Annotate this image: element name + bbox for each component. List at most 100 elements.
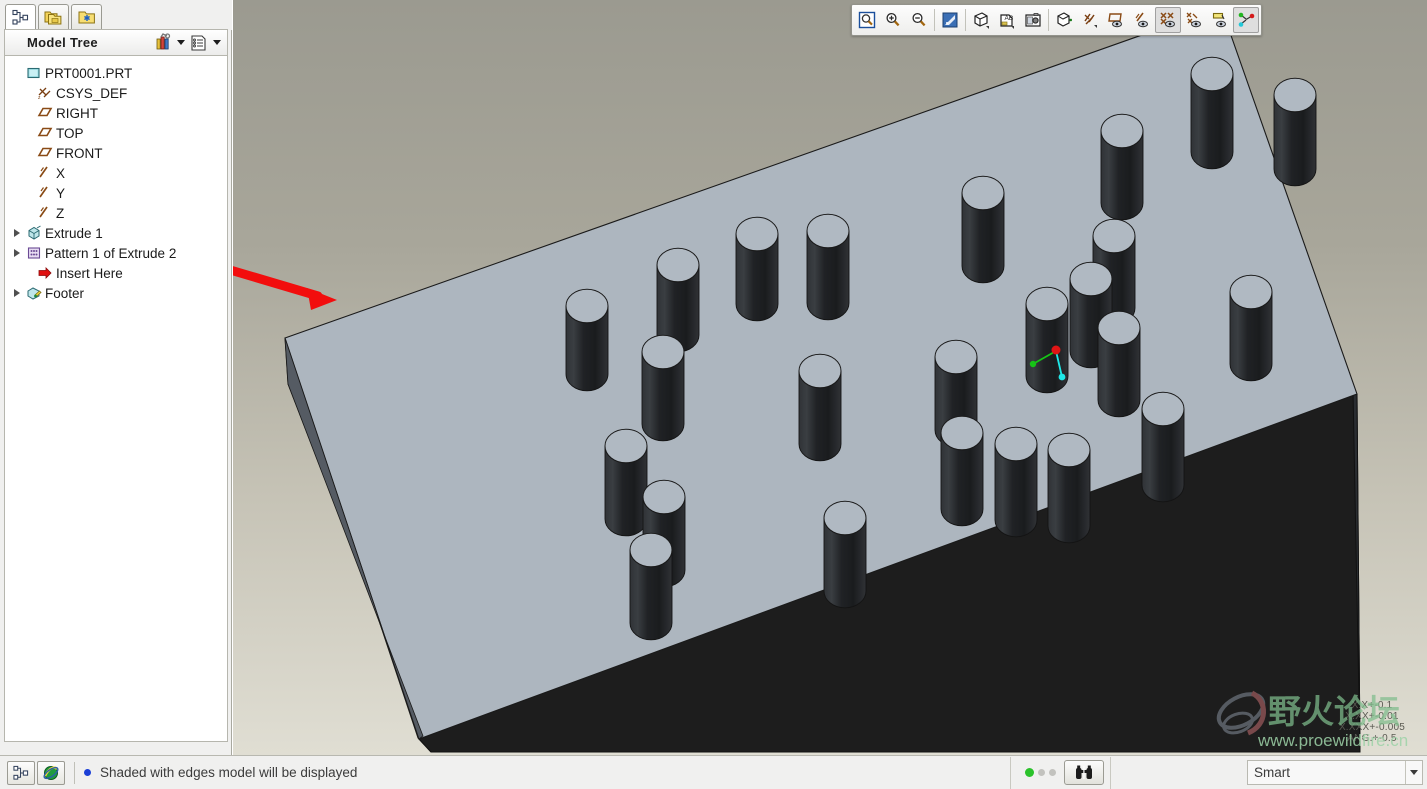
cylinder[interactable] [735,216,779,322]
cylinder[interactable] [1229,274,1273,382]
cylinder[interactable] [798,353,842,462]
saved-views-icon: AB [1000,14,1014,29]
datum-plane-display-button[interactable] [1103,7,1129,33]
cylinder[interactable] [629,532,673,641]
refit-button[interactable] [854,7,880,33]
tab-folder-browser[interactable] [38,4,69,30]
status-message: Shaded with edges model will be displaye… [100,765,358,780]
tree-item-label: TOP [56,125,84,141]
cylinder[interactable] [1097,310,1141,418]
folder-star-icon [78,11,95,24]
refit-icon [858,11,876,29]
tree-expander-icon[interactable] [9,229,25,237]
cylinder[interactable] [1100,113,1144,221]
tree-filter-icon [156,33,170,50]
status-led-group [1017,768,1064,777]
display-style-button[interactable] [968,7,994,33]
saved-views-button[interactable]: AB [994,7,1020,33]
tree-item-extrude-1[interactable]: Extrude 1 [5,223,227,243]
cylinder-top-face [940,415,984,451]
cylinder[interactable] [940,415,984,527]
cylinder-top-face [641,334,685,370]
tree-expander-icon[interactable] [9,249,25,257]
model-tree-toggle-button[interactable] [7,760,35,785]
tree-item-csys-def[interactable]: z CSYS_DEF [5,83,227,103]
model-3d-view[interactable] [233,0,1427,755]
tree-item-footer[interactable]: Footer [5,283,227,303]
csys-z-point [1058,373,1066,381]
zoom-in-button[interactable] [880,7,906,33]
annotation-display-icon [1212,12,1226,28]
tolerance-line-1: X.X+-0.1 [1351,700,1393,711]
cylinder-top-face [1273,77,1317,113]
datum-axis-icon-wrap [36,185,54,201]
layer-button[interactable] [1051,7,1077,33]
selection-filter-caret[interactable] [1405,761,1422,784]
cylinder-top-face [656,247,700,283]
cylinder[interactable] [641,334,685,442]
repaint-button[interactable] [937,7,963,33]
status-divider-right [1010,756,1011,789]
spin-center-button[interactable] [1233,7,1259,33]
tree-columns-button[interactable] [188,32,210,53]
selection-filter-dropdown[interactable]: Smart [1247,760,1423,785]
view-toolbar[interactable]: AB [851,4,1262,36]
zoom-in-icon [886,12,900,27]
datum-axis-display-icon [1135,12,1148,28]
cylinder[interactable] [806,213,850,321]
cylinder-top-face [629,532,673,568]
search-tool-button[interactable] [1064,760,1104,785]
tree-item-label: Z [56,205,65,221]
led-indicator-3 [1049,769,1056,776]
tree-item-prt0001-prt[interactable]: PRT0001.PRT [5,63,227,83]
model-tree-list[interactable]: PRT0001.PRT z CSYS_DEF RIGHT TOP FRONT X Y Z Extr… [4,56,228,742]
cylinder[interactable] [1141,391,1185,503]
application-window: X.X+-0.1 X.XX+-0.01 X.XXX+-0.005 ANG.+-0… [0,0,1427,789]
tree-item-insert-here[interactable]: Insert Here [5,263,227,283]
zoom-out-button[interactable] [906,7,932,33]
cylinder[interactable] [823,500,867,609]
footer-icon [27,287,42,300]
tree-item-y[interactable]: Y [5,183,227,203]
tolerance-line-3: X.XXX+-0.005 [1338,722,1405,733]
datum-axis-icon [39,206,48,218]
cylinder[interactable] [1047,432,1091,544]
tree-filter-button[interactable] [152,32,174,53]
cylinder[interactable] [604,428,648,537]
datum-plane-icon-wrap [36,125,54,141]
tree-columns-caret-icon[interactable] [213,40,221,45]
spin-center-icon [1238,12,1255,27]
status-divider [74,761,75,784]
cylinder[interactable] [565,288,609,392]
tree-item-pattern-1-of-extrude-2[interactable]: Pattern 1 of Extrude 2 [5,243,227,263]
cylinder[interactable] [994,426,1038,538]
tree-item-right[interactable]: RIGHT [5,103,227,123]
cylinder-top-face [1069,261,1113,297]
tree-expander-icon[interactable] [9,289,25,297]
cylinder[interactable] [1273,77,1317,187]
pattern-icon-wrap [25,245,43,261]
csys-display-button[interactable] [1181,7,1207,33]
graphics-viewport[interactable]: X.X+-0.1 X.XX+-0.01 X.XXX+-0.005 ANG.+-0… [233,0,1427,755]
annotation-arrow [233,266,337,310]
cylinder[interactable] [1190,56,1234,170]
tree-item-x[interactable]: X [5,163,227,183]
tree-item-z[interactable]: Z [5,203,227,223]
browser-toggle-button[interactable] [37,760,65,785]
tree-item-label: PRT0001.PRT [45,65,133,81]
view-manager-button[interactable] [1020,7,1046,33]
cylinder[interactable] [961,175,1005,284]
tree-item-front[interactable]: FRONT [5,143,227,163]
binoculars-icon [1076,765,1092,779]
tree-item-top[interactable]: TOP [5,123,227,143]
datum-point-display-button[interactable] [1155,7,1181,33]
annotation-display-button[interactable] [1207,7,1233,33]
cylinder-top-face [1229,274,1273,310]
datum-plane-icon [37,107,53,117]
tree-filter-caret-icon[interactable] [177,40,185,45]
tab-model-tree[interactable] [5,4,36,30]
cylinder-top-face [934,339,978,375]
datum-axis-display-button[interactable] [1129,7,1155,33]
datum-planes-off-button[interactable] [1077,7,1103,33]
tab-favorites[interactable] [71,4,102,30]
